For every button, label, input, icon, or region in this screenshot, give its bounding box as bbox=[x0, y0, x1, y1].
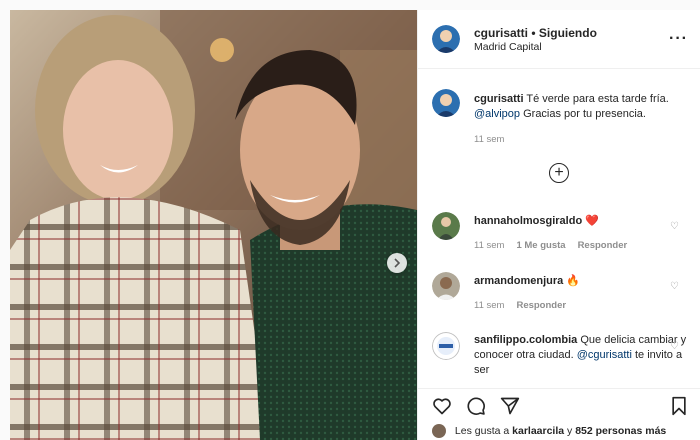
comment-mention[interactable]: @cgurisatti bbox=[577, 349, 632, 361]
comment-body: ❤️ bbox=[585, 215, 599, 227]
chevron-right-icon bbox=[394, 258, 401, 268]
comment-time[interactable]: 11 sem bbox=[474, 240, 504, 251]
comment-text: armandomenjura 🔥 bbox=[474, 274, 689, 289]
separator: • bbox=[531, 26, 536, 40]
comment-avatar[interactable] bbox=[432, 332, 460, 360]
comment-time[interactable]: 11 sem bbox=[474, 300, 504, 311]
photo-image bbox=[10, 10, 417, 440]
follow-status[interactable]: Siguiendo bbox=[539, 26, 597, 40]
location-link[interactable]: Madrid Capital bbox=[474, 41, 542, 53]
avatar-image bbox=[432, 25, 460, 53]
header-username-line: cgurisatti • Siguiendo bbox=[474, 26, 597, 40]
action-bar bbox=[418, 388, 700, 421]
comment-avatar[interactable] bbox=[432, 212, 460, 240]
comment-body: 🔥 bbox=[566, 275, 581, 287]
post-header: cgurisatti • Siguiendo Madrid Capital ··… bbox=[418, 10, 700, 69]
comment-avatar[interactable] bbox=[432, 272, 460, 300]
liker-avatar[interactable] bbox=[432, 424, 446, 438]
caption-mention[interactable]: @alvipop bbox=[474, 108, 520, 120]
comment-likes[interactable]: 1 Me gusta bbox=[516, 240, 565, 251]
avatar-image bbox=[432, 272, 460, 300]
comment-icon[interactable] bbox=[466, 396, 486, 416]
avatar-image bbox=[432, 89, 460, 117]
likes-count[interactable]: 852 personas más bbox=[575, 425, 666, 437]
likes-user[interactable]: karlaarcila bbox=[512, 425, 564, 437]
caption-body: Té verde para esta tarde fría. bbox=[526, 93, 669, 105]
comment-username[interactable]: armandomenjura bbox=[474, 275, 563, 287]
heart-icon[interactable]: ♡ bbox=[670, 341, 679, 352]
bookmark-icon[interactable] bbox=[669, 396, 689, 416]
caption-body-2: Gracias por tu presencia. bbox=[523, 108, 646, 120]
caption-text: cgurisatti Té verde para esta tarde fría… bbox=[474, 92, 689, 122]
avatar-image bbox=[432, 212, 460, 240]
comment-username[interactable]: hannaholmosgiraldo bbox=[474, 215, 582, 227]
heart-icon[interactable]: ♡ bbox=[670, 281, 679, 292]
post-photo[interactable] bbox=[10, 10, 417, 440]
caption-username[interactable]: cgurisatti bbox=[474, 93, 524, 105]
more-icon[interactable]: ··· bbox=[669, 30, 688, 48]
heart-icon[interactable] bbox=[432, 396, 452, 416]
comment-text: hannaholmosgiraldo ❤️ bbox=[474, 214, 689, 229]
instagram-post-view: cgurisatti • Siguiendo Madrid Capital ··… bbox=[0, 0, 700, 440]
header-username[interactable]: cgurisatti bbox=[474, 26, 528, 40]
comments-list[interactable]: cgurisatti Té verde para esta tarde fría… bbox=[418, 70, 700, 388]
comment-meta: 11 sem 1 Me gusta Responder bbox=[474, 240, 627, 251]
likes-middle: y bbox=[567, 424, 573, 437]
reply-button[interactable]: Responder bbox=[516, 300, 566, 311]
caption-avatar[interactable] bbox=[432, 89, 460, 117]
reply-button[interactable]: Responder bbox=[578, 240, 628, 251]
avatar-image bbox=[432, 332, 460, 360]
likes-prefix: Les gusta a bbox=[454, 424, 510, 437]
comment-meta: 11 sem Responder bbox=[474, 300, 566, 311]
post-side-panel: cgurisatti • Siguiendo Madrid Capital ··… bbox=[417, 10, 700, 440]
next-photo-button[interactable] bbox=[387, 253, 407, 273]
avatar[interactable] bbox=[432, 25, 460, 53]
comment-username[interactable]: sanfilippo.colombia bbox=[474, 334, 577, 346]
caption-time[interactable]: 11 sem bbox=[474, 134, 504, 145]
heart-icon[interactable]: ♡ bbox=[670, 221, 679, 232]
comment-text: sanfilippo.colombia Que delicia cambiar … bbox=[474, 333, 689, 378]
share-icon[interactable] bbox=[500, 396, 520, 416]
likes-summary: Les gusta a karlaarcila y 852 personas m… bbox=[432, 424, 666, 438]
plus-circle-icon[interactable]: + bbox=[549, 163, 569, 183]
